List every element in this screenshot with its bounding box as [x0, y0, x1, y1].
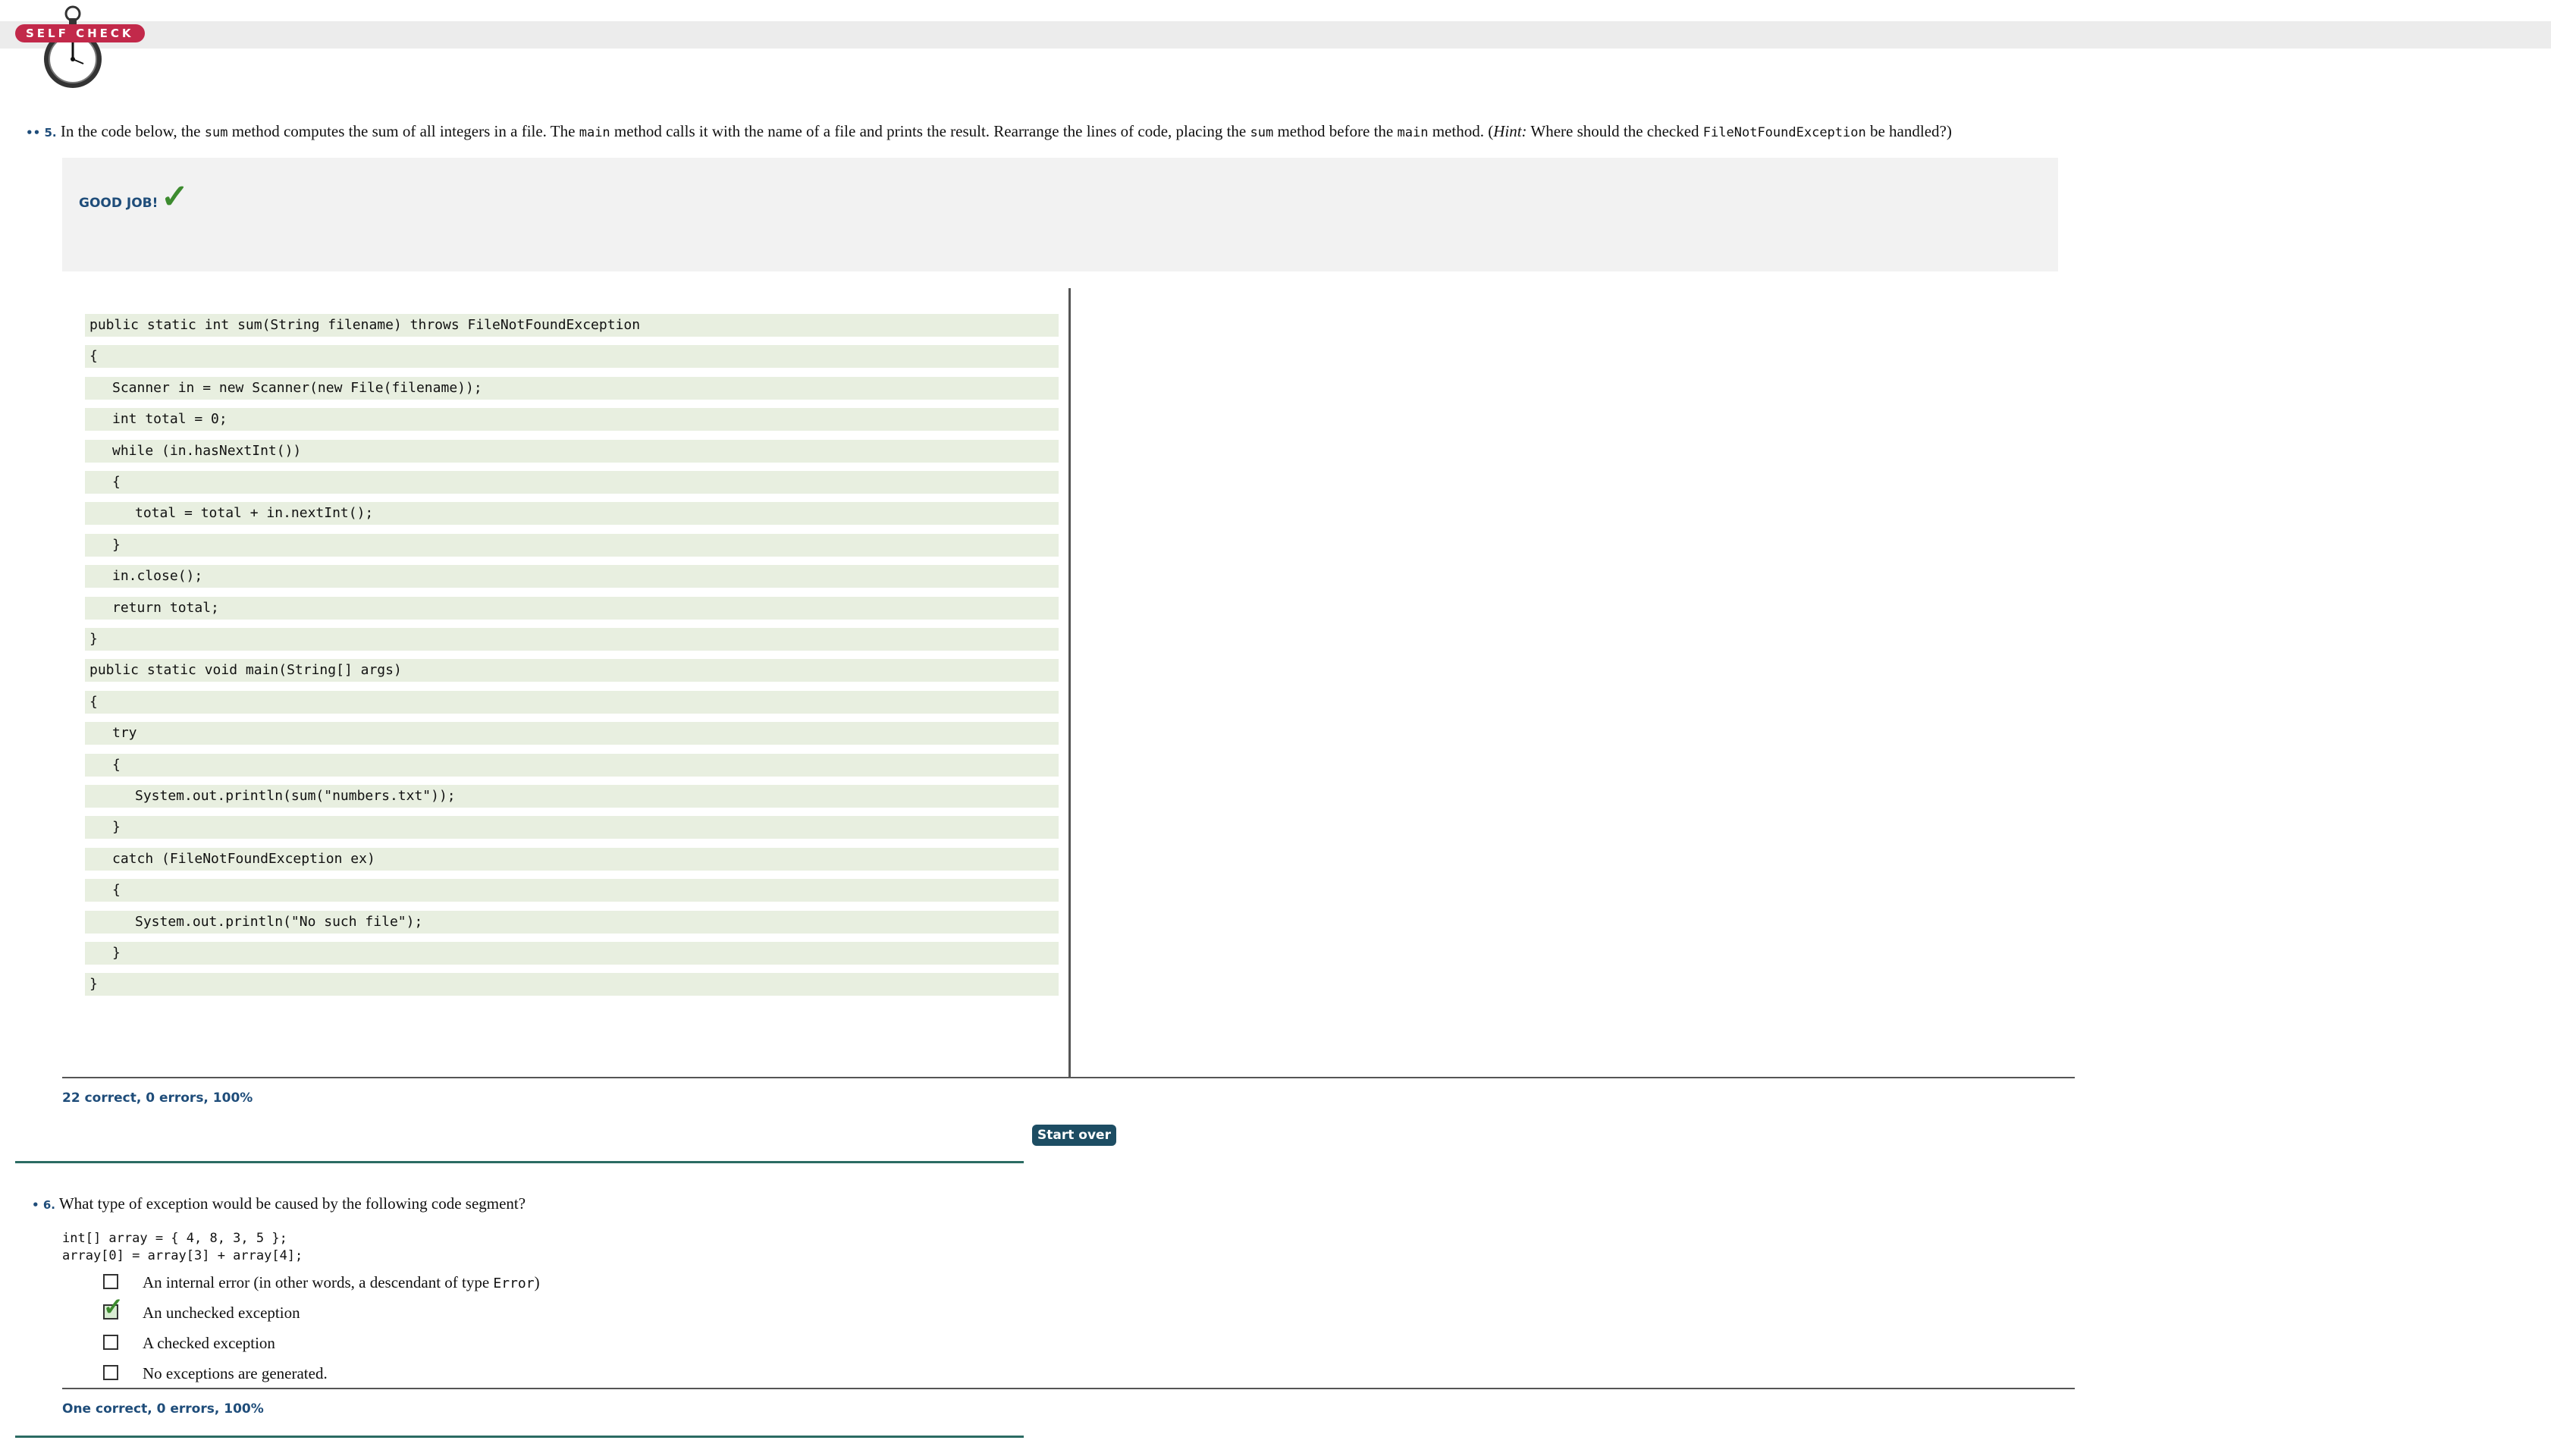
code-line-block[interactable]: } — [85, 816, 1059, 839]
section-divider — [62, 1077, 2075, 1078]
prompt-text: method computes the sum of all integers … — [231, 122, 576, 140]
difficulty-bullets: •• — [26, 126, 41, 140]
checkmark-icon: ✓ — [161, 178, 189, 215]
question-number: 6. — [42, 1198, 55, 1212]
prompt-text: method. ( — [1432, 122, 1494, 140]
choice-label: An internal error (in other words, a des… — [143, 1273, 540, 1291]
checkbox[interactable] — [103, 1365, 118, 1380]
code-snippet: int[] array = { 4, 8, 3, 5 }; array[0] =… — [62, 1231, 303, 1263]
choice-label: A checked exception — [143, 1334, 275, 1352]
inline-code: Error — [493, 1276, 535, 1291]
stopwatch-icon — [44, 5, 102, 88]
prompt-text: What type of exception would be caused b… — [58, 1194, 526, 1213]
score-text: One correct, 0 errors, 100% — [62, 1401, 264, 1417]
question-5-prompt: •• 5. In the code below, the sum method … — [26, 121, 2513, 143]
code-line-block[interactable]: public static void main(String[] args) — [85, 659, 1059, 682]
code-line-block[interactable]: Scanner in = new Scanner(new File(filena… — [85, 376, 1059, 400]
code-line-block[interactable]: } — [85, 942, 1059, 965]
code-line-block[interactable]: { — [85, 471, 1059, 494]
feedback-message: GOOD JOB! — [79, 196, 158, 211]
inline-code: sum — [1250, 125, 1274, 140]
difficulty-bullets: • — [32, 1198, 39, 1212]
code-line-block[interactable]: int total = 0; — [85, 408, 1059, 431]
code-target-area[interactable] — [1071, 288, 2073, 1077]
start-over-button[interactable]: Start over — [1032, 1125, 1116, 1146]
code-line-block[interactable]: in.close(); — [85, 565, 1059, 588]
inline-code: FileNotFoundException — [1702, 125, 1866, 140]
prompt-text: be handled?) — [1869, 122, 1952, 140]
code-line-block[interactable]: System.out.println(sum("numbers.txt")); — [85, 785, 1059, 808]
inline-code: main — [579, 125, 610, 140]
code-line-block[interactable]: } — [85, 973, 1059, 996]
code-line-block[interactable]: { — [85, 690, 1059, 714]
prompt-text: method before the — [1277, 122, 1394, 140]
question-divider — [15, 1161, 1024, 1163]
choice-label: An unchecked exception — [143, 1304, 300, 1322]
checkbox[interactable]: ✓ — [103, 1294, 124, 1320]
code-line-block[interactable]: return total; — [85, 596, 1059, 620]
code-line-block[interactable]: { — [85, 753, 1059, 777]
code-line-block[interactable]: catch (FileNotFoundException ex) — [85, 847, 1059, 871]
checkmark-icon: ✓ — [103, 1293, 124, 1320]
section-divider — [62, 1388, 2075, 1389]
prompt-text: method calls it with the name of a file … — [613, 122, 1247, 140]
score-text: 22 correct, 0 errors, 100% — [62, 1090, 253, 1106]
code-line-block[interactable]: { — [85, 345, 1059, 369]
code-line-block[interactable]: { — [85, 879, 1059, 902]
top-banner — [0, 21, 2551, 49]
inline-code: main — [1397, 125, 1429, 140]
code-line-block[interactable]: System.out.println("No such file"); — [85, 910, 1059, 934]
code-line-block[interactable]: } — [85, 628, 1059, 651]
code-line-block[interactable]: while (in.hasNextInt()) — [85, 439, 1059, 463]
code-line-block[interactable]: } — [85, 533, 1059, 557]
code-line-block[interactable]: try — [85, 722, 1059, 745]
checkbox[interactable] — [103, 1274, 118, 1289]
code-line-block[interactable]: total = total + in.nextInt(); — [85, 502, 1059, 526]
feedback-panel: GOOD JOB! ✓ — [62, 158, 2058, 271]
question-6-prompt: • 6. What type of exception would be cau… — [32, 1194, 526, 1215]
inline-code: sum — [204, 125, 228, 140]
prompt-text: In the code below, the — [60, 122, 201, 140]
prompt-text: Where should the checked — [1530, 122, 1699, 140]
question-number: 5. — [44, 126, 57, 140]
code-line-block[interactable]: public static int sum(String filename) t… — [85, 314, 1059, 337]
choice-label: No exceptions are generated. — [143, 1364, 328, 1382]
hint-label: Hint: — [1493, 122, 1527, 140]
checkbox[interactable] — [103, 1335, 118, 1350]
question-divider — [15, 1436, 1024, 1438]
self-check-badge: SELF CHECK — [15, 24, 145, 42]
